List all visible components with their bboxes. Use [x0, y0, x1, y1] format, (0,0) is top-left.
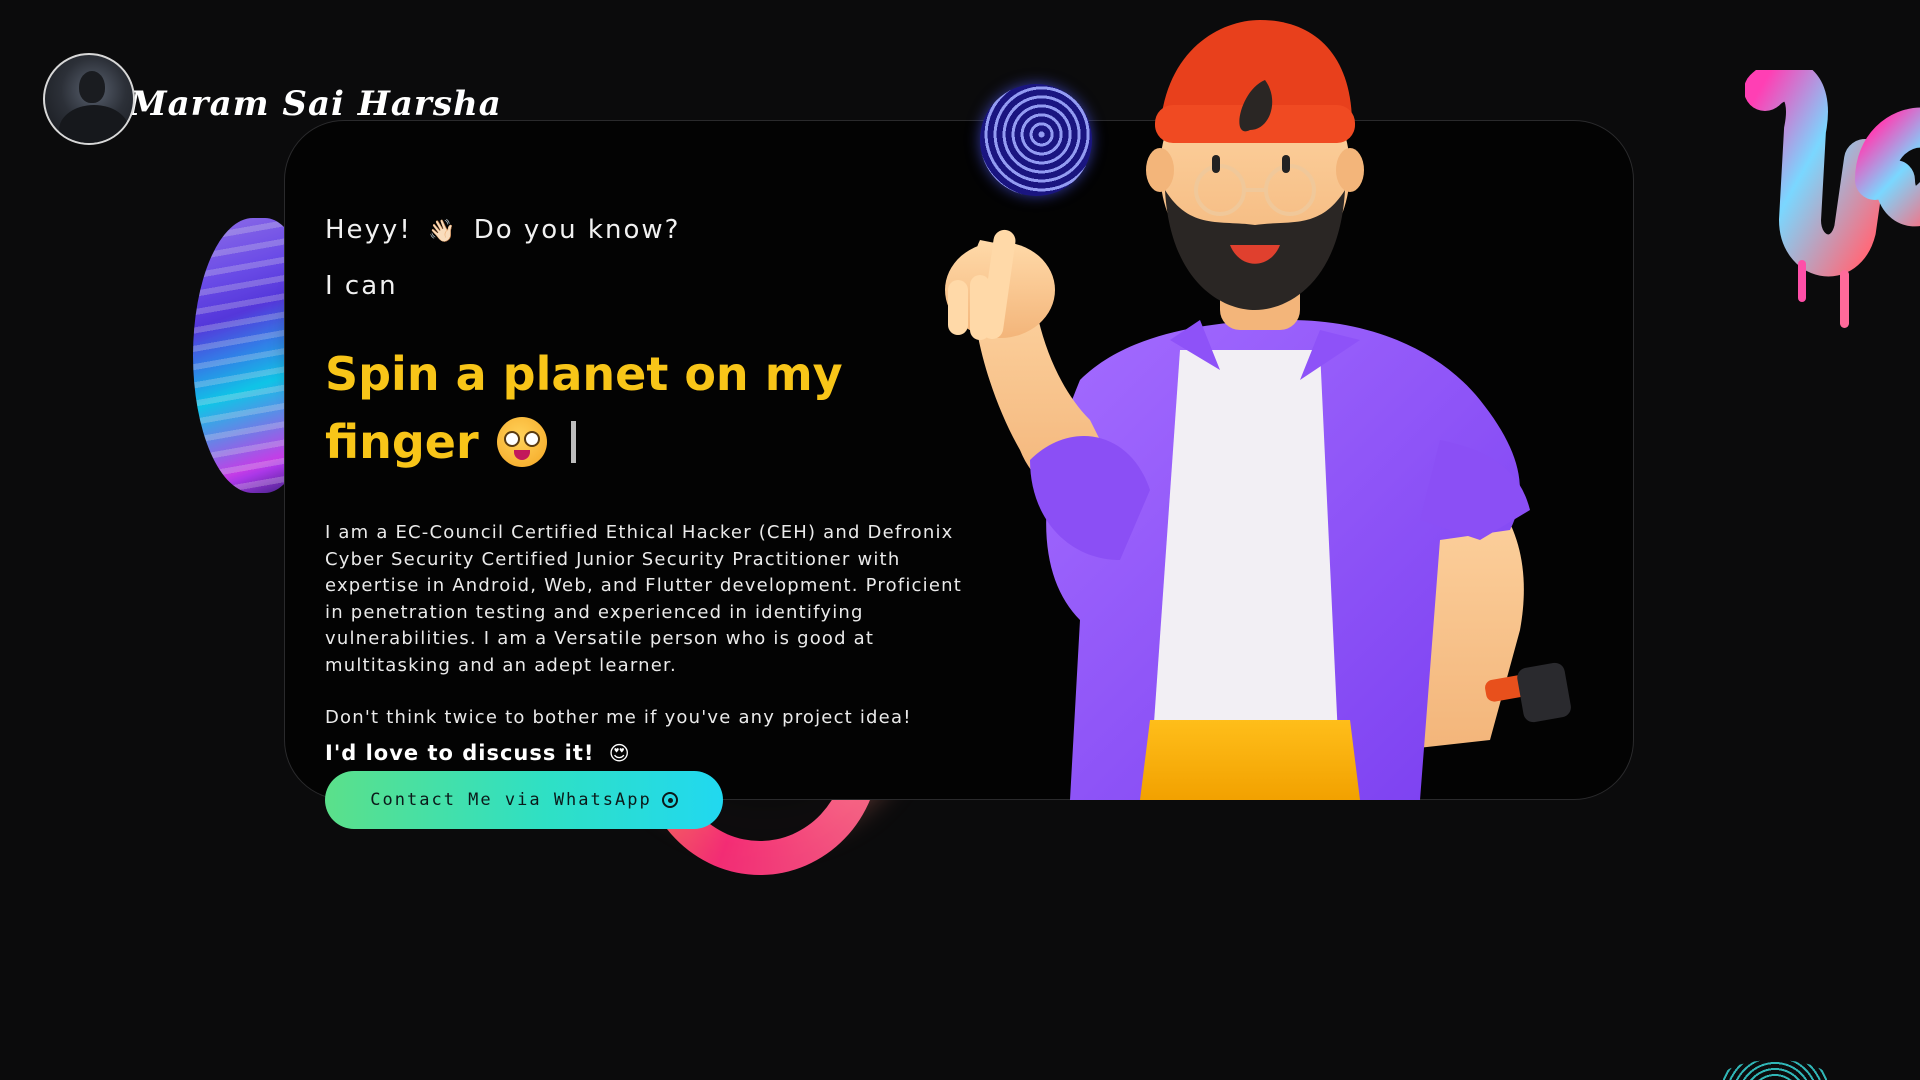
waving-hand-icon: 👋🏻	[428, 219, 458, 244]
greeting-text: Heyy!	[325, 215, 412, 245]
brand-name: Maram Sai Harsha	[129, 84, 502, 124]
invite-text: Don't think twice to bother me if you've…	[325, 707, 912, 728]
typing-cursor	[570, 420, 576, 463]
site-logo[interactable]: Maram Sai Harsha	[43, 53, 502, 145]
typed-headline: Spin a planet on my finger	[325, 340, 845, 476]
spinning-planet-decoration	[980, 84, 1092, 196]
avatar	[43, 53, 135, 145]
i-can-text: I can	[325, 271, 398, 301]
whatsapp-icon	[661, 792, 678, 808]
greeting-question: Do you know?	[473, 215, 681, 245]
heart-eyes-icon: 😍	[608, 741, 631, 765]
contact-whatsapp-button[interactable]: Contact Me via WhatsApp	[325, 771, 723, 829]
discuss-text: I'd love to discuss it! 😍	[325, 737, 985, 769]
headline-text: Spin a planet on my finger	[325, 347, 843, 469]
contact-whatsapp-label: Contact Me via WhatsApp	[370, 790, 652, 810]
dripping-letter-decoration	[1745, 70, 1920, 328]
bio-paragraph: I am a EC-Council Certified Ethical Hack…	[325, 522, 962, 676]
dotted-sphere-decoration	[1720, 1060, 1830, 1080]
hero-text: Heyy! 👋🏻 Do you know? I can Spin a plane…	[325, 212, 985, 769]
greeting: Heyy! 👋🏻 Do you know?	[325, 212, 985, 250]
discuss-label: I'd love to discuss it!	[325, 741, 595, 765]
nerd-face-icon	[496, 416, 547, 467]
